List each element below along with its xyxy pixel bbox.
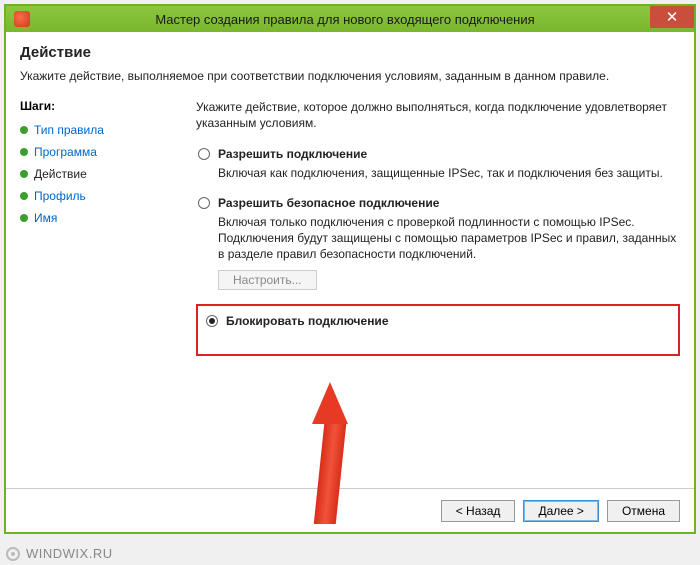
back-button[interactable]: < Назад (441, 500, 516, 522)
gear-icon (6, 547, 20, 561)
page-subtitle: Укажите действие, выполняемое при соотве… (20, 69, 680, 83)
step-label: Тип правила (34, 123, 104, 137)
configure-button: Настроить... (218, 270, 317, 290)
radio-allow-secure[interactable] (198, 197, 210, 209)
step-label: Профиль (34, 189, 86, 203)
bullet-icon (20, 126, 28, 134)
option-allow-secure: Разрешить безопасное подключение Включая… (196, 196, 680, 291)
radio-allow[interactable] (198, 148, 210, 160)
window-title: Мастер создания правила для нового входя… (36, 12, 694, 27)
firewall-icon (14, 11, 30, 27)
watermark-text: WINDWIX.RU (26, 546, 113, 561)
option-allow-label: Разрешить подключение (218, 147, 367, 161)
step-action: Действие (20, 167, 180, 181)
step-program[interactable]: Программа (20, 145, 180, 159)
option-block-label: Блокировать подключение (226, 314, 389, 328)
bullet-icon (20, 192, 28, 200)
wizard-window: Мастер создания правила для нового входя… (4, 4, 696, 534)
close-icon: ✕ (666, 8, 679, 26)
option-allow-secure-desc: Включая только подключения с проверкой п… (218, 214, 680, 263)
steps-sidebar: Шаги: Тип правила Программа Действие Про… (20, 93, 180, 473)
option-allow-secure-label: Разрешить безопасное подключение (218, 196, 439, 210)
header-area: Действие Укажите действие, выполняемое п… (6, 32, 694, 93)
radio-block[interactable] (206, 315, 218, 327)
bullet-icon (20, 214, 28, 222)
option-allow: Разрешить подключение Включая как подклю… (196, 147, 680, 181)
watermark: WINDWIX.RU (6, 546, 113, 561)
next-button[interactable]: Далее > (523, 500, 599, 522)
close-button[interactable]: ✕ (650, 6, 694, 28)
titlebar: Мастер создания правила для нового входя… (6, 6, 694, 32)
instruction-text: Укажите действие, которое должно выполня… (196, 99, 680, 131)
main-panel: Укажите действие, которое должно выполня… (180, 93, 680, 473)
page-title: Действие (20, 44, 680, 61)
step-label: Программа (34, 145, 97, 159)
wizard-body: Действие Укажите действие, выполняемое п… (6, 32, 694, 532)
highlight-box: Блокировать подключение (196, 304, 680, 356)
option-allow-desc: Включая как подключения, защищенные IPSe… (218, 165, 680, 181)
step-rule-type[interactable]: Тип правила (20, 123, 180, 137)
step-profile[interactable]: Профиль (20, 189, 180, 203)
step-label: Действие (34, 167, 87, 181)
footer-buttons: < Назад Далее > Отмена (6, 488, 694, 532)
bullet-icon (20, 148, 28, 156)
step-label: Имя (34, 211, 57, 225)
bullet-icon (20, 170, 28, 178)
steps-label: Шаги: (20, 99, 180, 113)
cancel-button[interactable]: Отмена (607, 500, 680, 522)
step-name[interactable]: Имя (20, 211, 180, 225)
